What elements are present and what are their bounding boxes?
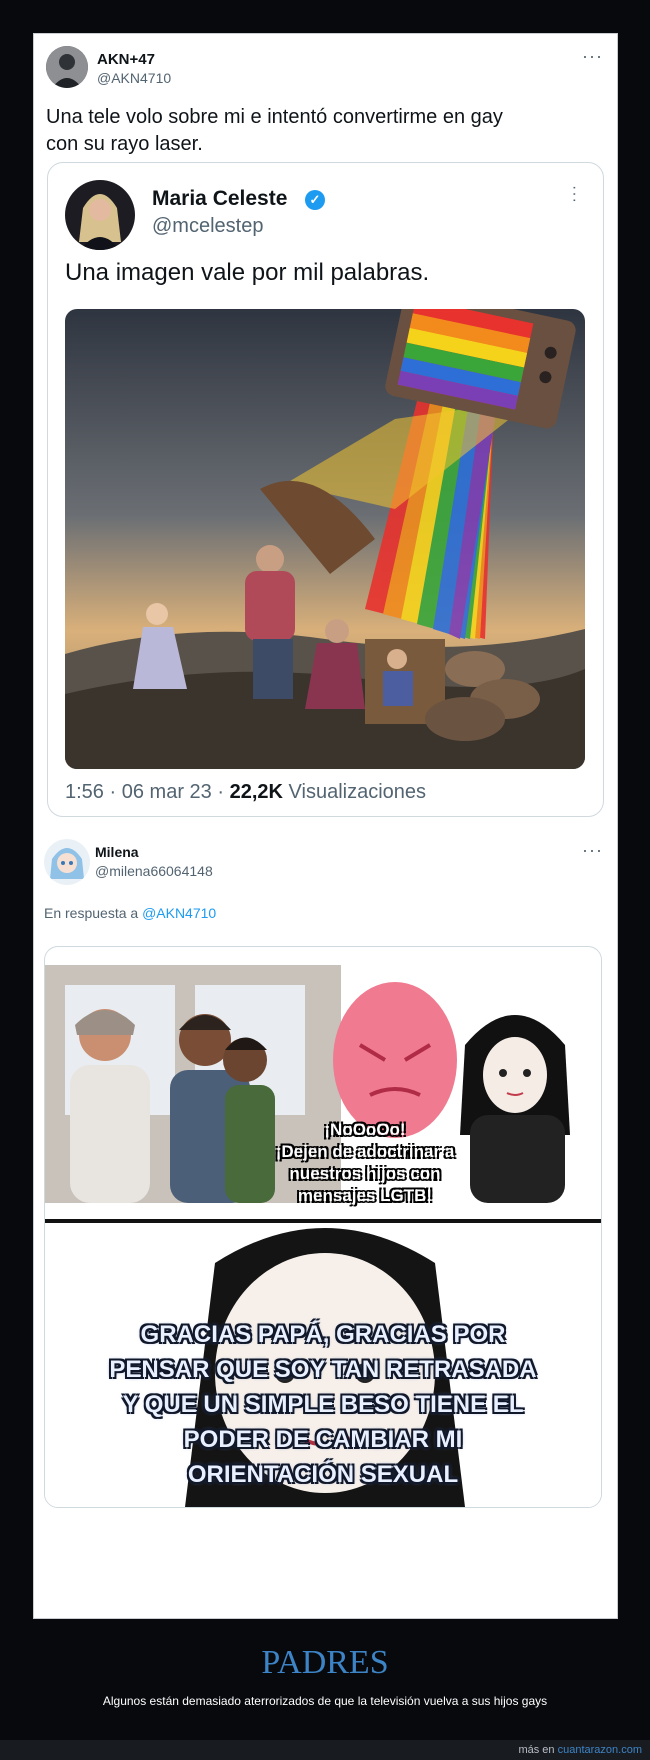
views-label: Visualizaciones (288, 781, 427, 803)
reply-image-card[interactable]: ¡NoOoOo! ¡Dejen de adoctrinar a nuestros… (44, 946, 602, 1508)
quoted-tweet-card[interactable]: Maria Celeste ✓ @mcelestep ··· Una image… (47, 162, 604, 817)
post-description: Algunos están demasiado aterrorizados de… (102, 1694, 548, 1708)
more-dots-icon[interactable]: ··· (565, 185, 583, 204)
akn-avatar[interactable] (46, 46, 88, 88)
separator: · (109, 781, 117, 803)
meme-caption-line: nuestros hijos con (289, 1164, 441, 1183)
tweet-display-name[interactable]: AKN+47 (97, 51, 155, 68)
meme-caption-line: PODER DE CAMBIAR MI (183, 1426, 463, 1453)
person-avatar-icon (46, 46, 88, 88)
in-reply-to: En respuesta a @AKN4710 (44, 905, 216, 921)
source-link-prefix: más en (518, 1744, 555, 1756)
views-count[interactable]: 22,2K (230, 781, 283, 803)
milena-avatar[interactable] (44, 839, 90, 885)
more-dots-icon[interactable]: ··· (582, 840, 603, 861)
meme-bottom-caption: GRACIAS PAPÁ, GRACIAS POR PENSAR QUE SOY… (45, 1317, 601, 1492)
meme-caption-line: ¡NoOoOo! (324, 1120, 406, 1139)
maria-avatar[interactable] (65, 180, 135, 250)
meme-caption-line: mensajes LGTB! (297, 1186, 433, 1205)
post-title[interactable]: PADRES (0, 1644, 650, 1682)
separator: · (217, 781, 225, 803)
post-card: AKN+47 @AKN4710 ··· Una tele volo sobre … (33, 33, 618, 1619)
tweet-handle[interactable]: @AKN4710 (97, 70, 171, 86)
source-link-site[interactable]: cuantarazon.com (558, 1744, 642, 1756)
quoted-handle[interactable]: @mcelestep (152, 215, 263, 238)
in-reply-handle[interactable]: @AKN4710 (142, 905, 216, 921)
quoted-tweet-image[interactable] (65, 309, 585, 769)
tweet-text-line: con su rayo laser. (46, 133, 203, 155)
in-reply-prefix: En respuesta a (44, 905, 139, 921)
meme-caption-line: Y QUE UN SIMPLE BESO TIENE EL (122, 1391, 524, 1418)
more-dots-icon[interactable]: ··· (582, 46, 603, 67)
quoted-tweet-meta: 1:56 · 06 mar 23 · 22,2K Visualizaciones (65, 781, 426, 804)
quoted-display-name[interactable]: Maria Celeste (152, 187, 287, 211)
tweet-date[interactable]: 06 mar 23 (122, 781, 212, 803)
quoted-tweet-text: Una imagen vale por mil palabras. (65, 259, 430, 286)
tv-rainbow-illustration (65, 309, 585, 769)
person-avatar-icon (65, 180, 135, 250)
meme-caption-line: ORIENTACIÓN SEXUAL (187, 1461, 459, 1488)
meme-caption-line: ¡Dejen de adoctrinar a (275, 1142, 455, 1161)
meme-top-caption: ¡NoOoOo! ¡Dejen de adoctrinar a nuestros… (250, 1119, 480, 1207)
source-link[interactable]: más en cuantarazon.com (518, 1744, 642, 1756)
meme-caption-line: PENSAR QUE SOY TAN RETRASADA (109, 1356, 537, 1383)
meme-caption-line: GRACIAS PAPÁ, GRACIAS POR (140, 1321, 506, 1348)
verified-badge-icon: ✓ (305, 190, 325, 210)
tweet-time[interactable]: 1:56 (65, 781, 104, 803)
person-avatar-icon (44, 839, 90, 885)
reply-handle[interactable]: @milena66064148 (95, 863, 213, 879)
tweet-text: Una tele volo sobre mi e intentó convert… (46, 104, 606, 158)
tweet-text-line: Una tele volo sobre mi e intentó convert… (46, 106, 503, 128)
reply-display-name[interactable]: Milena (95, 844, 139, 860)
